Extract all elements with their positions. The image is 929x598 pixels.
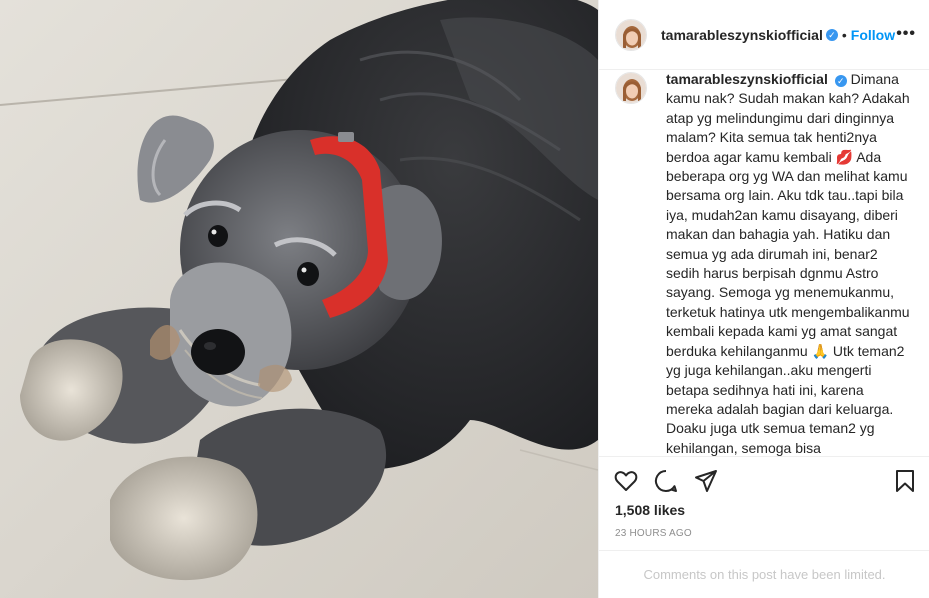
schnauzer-dog-photo bbox=[0, 0, 598, 598]
verified-badge-icon: ✓ bbox=[825, 28, 838, 41]
caption-row: tamarableszynskiofficial ✓ Dimana kamu n… bbox=[615, 70, 914, 456]
post-side-panel: tamarableszynskiofficial ✓ • Follow ••• … bbox=[598, 0, 929, 598]
caption-avatar[interactable] bbox=[615, 72, 647, 104]
bookmark-icon[interactable] bbox=[892, 468, 918, 494]
caption-username[interactable]: tamarableszynskiofficial bbox=[666, 71, 828, 87]
avatar-photo bbox=[616, 73, 646, 103]
post-timestamp[interactable]: 23 HOURS AGO bbox=[615, 528, 692, 539]
caption-text-block: tamarableszynskiofficial ✓ Dimana kamu n… bbox=[666, 70, 914, 456]
post-header: tamarableszynskiofficial ✓ • Follow ••• bbox=[599, 0, 929, 70]
caption-text: Dimana kamu nak? Sudah makan kah? Adakah… bbox=[666, 71, 910, 456]
post-photo[interactable] bbox=[0, 0, 598, 598]
action-bar bbox=[599, 456, 929, 504]
instagram-post: tamarableszynskiofficial ✓ • Follow ••• … bbox=[0, 0, 929, 598]
follow-button[interactable]: Follow bbox=[851, 27, 895, 43]
comments-limited-notice: Comments on this post have been limited. bbox=[599, 550, 929, 598]
verified-badge-icon: ✓ bbox=[834, 75, 847, 87]
comment-bubble-icon[interactable] bbox=[653, 468, 679, 494]
separator-dot: • bbox=[841, 26, 847, 43]
caption-area: tamarableszynskiofficial ✓ Dimana kamu n… bbox=[599, 70, 929, 456]
more-options-icon[interactable]: ••• bbox=[896, 25, 916, 43]
avatar[interactable] bbox=[615, 18, 647, 51]
post-author-username[interactable]: tamarableszynskiofficial bbox=[661, 27, 823, 43]
avatar-photo bbox=[616, 19, 646, 50]
likes-count[interactable]: 1,508 likes bbox=[615, 502, 685, 518]
paper-plane-icon[interactable] bbox=[693, 468, 719, 494]
heart-icon[interactable] bbox=[613, 468, 639, 494]
